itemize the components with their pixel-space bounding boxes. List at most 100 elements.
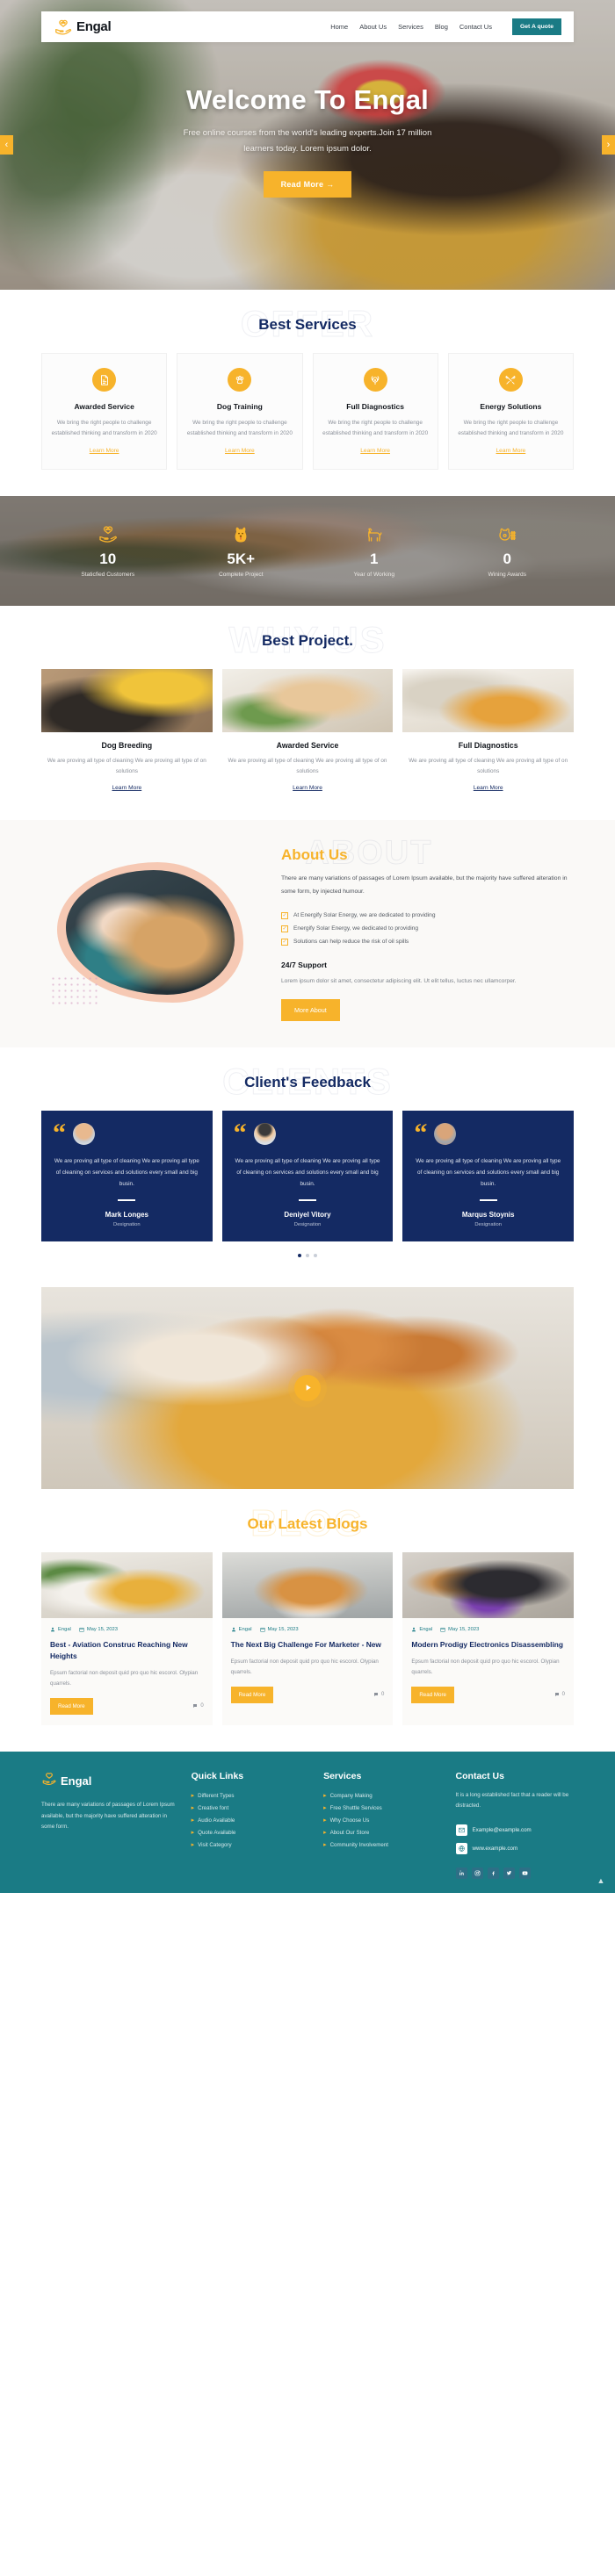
blog-author-label: Engal (419, 1626, 433, 1632)
bullet-icon: ▸ (191, 1830, 195, 1837)
blog-card[interactable]: Engal May 15, 2023 Modern Prodigy Electr… (402, 1551, 575, 1725)
twitter-icon[interactable] (503, 1867, 515, 1879)
linkedin-icon[interactable] (455, 1867, 467, 1879)
pagination-dot[interactable] (306, 1253, 309, 1257)
about-body: ABOUT About Us There are many variations… (281, 834, 574, 1021)
service-card[interactable]: Dog Training We bring the right people t… (177, 353, 303, 470)
counter-value: 10 (99, 550, 117, 568)
footer-brand[interactable]: Engal (41, 1771, 177, 1791)
pagination-dot[interactable] (298, 1253, 301, 1257)
blog-card[interactable]: Engal May 15, 2023 Best - Aviation Const… (41, 1551, 213, 1725)
nav-item-blog[interactable]: Blog (435, 23, 448, 31)
blog-image (41, 1551, 213, 1618)
project-card[interactable]: Awarded Service We are proving all type … (221, 668, 394, 794)
project-image (402, 668, 575, 732)
blog-footer: Read More 0 (411, 1686, 565, 1703)
blog-comment-value: 0 (381, 1692, 385, 1698)
blog-meta: Engal May 15, 2023 (231, 1627, 385, 1632)
footer-grid: Engal There are many variations of passa… (41, 1771, 574, 1879)
service-learn-more-link[interactable]: Learn More (496, 448, 526, 454)
projects-title: Best Project. (262, 631, 353, 649)
hand-heart-paw-logo-icon (54, 18, 73, 37)
brand-logo-link[interactable]: Engal (54, 18, 112, 37)
project-image (221, 668, 394, 732)
nav-item-home[interactable]: Home (330, 23, 348, 31)
about-paragraph: There are many variations of passages of… (281, 874, 568, 895)
footer-link-item[interactable]: ▸ Quote Available (192, 1827, 309, 1839)
testimonial-pagination (41, 1253, 574, 1257)
divider (479, 1199, 497, 1201)
service-learn-more-link[interactable]: Learn More (225, 448, 255, 454)
project-learn-more-link[interactable]: Learn More (112, 785, 141, 791)
nav-item-services[interactable]: Services (398, 23, 423, 31)
blog-post-title[interactable]: Modern Prodigy Electronics Disassembling (411, 1639, 565, 1651)
chevron-up-icon[interactable]: ▲ (596, 1875, 606, 1886)
service-card[interactable]: Energy Solutions We bring the right peop… (447, 353, 574, 470)
check-square-icon: ✓ (281, 911, 288, 919)
footer-services-title: Services (323, 1770, 362, 1781)
project-card[interactable]: Dog Breeding We are proving all type of … (41, 668, 213, 794)
blog-post-title[interactable]: Best - Aviation Construc Reaching New He… (50, 1639, 204, 1662)
services-header: OFFER Best Services (41, 303, 574, 345)
blog-read-more-button[interactable]: Read More (230, 1686, 274, 1703)
blog-comment-count: 0 (192, 1703, 204, 1709)
footer-email-row[interactable]: Example@example.com (455, 1821, 574, 1839)
footer-link-label: Why Choose Us (329, 1817, 370, 1824)
service-learn-more-link[interactable]: Learn More (360, 448, 390, 454)
blog-card[interactable]: Engal May 15, 2023 The Next Big Challeng… (221, 1551, 394, 1725)
instagram-icon[interactable] (471, 1867, 483, 1879)
pagination-dot[interactable] (314, 1253, 317, 1257)
footer-link-item[interactable]: ▸ Different Types (192, 1790, 309, 1802)
counter-value: 0 (503, 550, 511, 568)
counter-value: 1 (370, 550, 379, 568)
footer-link-label: About Our Store (329, 1830, 370, 1837)
service-card[interactable]: Full Diagnostics We bring the right peop… (312, 353, 438, 470)
blog-body: Engal May 15, 2023 Modern Prodigy Electr… (402, 1618, 574, 1714)
blog-date: May 15, 2023 (440, 1627, 479, 1632)
footer-link-label: Quote Available (198, 1830, 236, 1837)
nav-item-about-us[interactable]: About Us (359, 23, 387, 31)
quote-icon: “ (414, 1119, 428, 1148)
project-learn-more-link[interactable]: Learn More (474, 785, 503, 791)
project-learn-more-link[interactable]: Learn More (293, 785, 322, 791)
hero-read-more-button[interactable]: Read More → (263, 171, 352, 198)
bullet-icon: ▸ (323, 1805, 327, 1812)
calendar-icon (440, 1627, 445, 1632)
project-card[interactable]: Full Diagnostics We are proving all type… (402, 668, 575, 794)
blog-read-more-button[interactable]: Read More (50, 1697, 93, 1715)
footer-website-row[interactable]: www.example.com (455, 1839, 574, 1858)
globe-icon (455, 1842, 467, 1854)
testimonial-author: Mark Longes (105, 1210, 148, 1219)
footer-link-item[interactable]: ▸ Free Shuttle Services (323, 1802, 441, 1815)
footer-link-item[interactable]: ▸ Community Involvement (323, 1839, 441, 1852)
hero-next-arrow-icon[interactable]: › (602, 135, 615, 155)
blog-read-more-button[interactable]: Read More (411, 1686, 454, 1703)
footer-email-value: Example@example.com (472, 1826, 532, 1833)
facebook-icon[interactable] (487, 1867, 499, 1879)
hero-prev-arrow-icon[interactable]: ‹ (0, 135, 13, 155)
avatar (73, 1123, 95, 1145)
blog-header: BLOG Our Latest Blogs (41, 1501, 574, 1543)
service-desc: We bring the right people to challenge e… (51, 420, 157, 437)
dog-standing-icon (308, 523, 441, 546)
footer-link-item[interactable]: ▸ Why Choose Us (323, 1815, 441, 1827)
play-button[interactable] (294, 1374, 321, 1401)
footer-link-item[interactable]: ▸ About Our Store (323, 1827, 441, 1839)
hero-subtitle: Free online courses from the world's lea… (0, 126, 615, 157)
footer-link-item[interactable]: ▸ Visit Category (192, 1839, 309, 1852)
hero-read-more-label: Read More (280, 180, 324, 190)
youtube-icon[interactable] (518, 1867, 531, 1879)
blog-author-label: Engal (238, 1626, 252, 1632)
service-card[interactable]: Awarded Service We bring the right peopl… (41, 353, 168, 470)
footer-link-item[interactable]: ▸ Company Making (323, 1790, 441, 1802)
footer-link-item[interactable]: ▸ Audio Available (192, 1815, 309, 1827)
blog-date: May 15, 2023 (79, 1627, 118, 1632)
about-section: ABOUT About Us There are many variations… (0, 819, 615, 1047)
blog-post-title[interactable]: The Next Big Challenge For Marketer - Ne… (231, 1639, 385, 1651)
service-learn-more-link[interactable]: Learn More (90, 448, 119, 454)
nav-item-contact-us[interactable]: Contact Us (459, 23, 492, 31)
get-a-quote-button[interactable]: Get A quote (511, 18, 561, 35)
more-about-button[interactable]: More About (281, 999, 340, 1021)
testimonial-text: We are proving all type of cleaning We a… (416, 1158, 561, 1188)
footer-link-item[interactable]: ▸ Creative font (192, 1802, 309, 1815)
